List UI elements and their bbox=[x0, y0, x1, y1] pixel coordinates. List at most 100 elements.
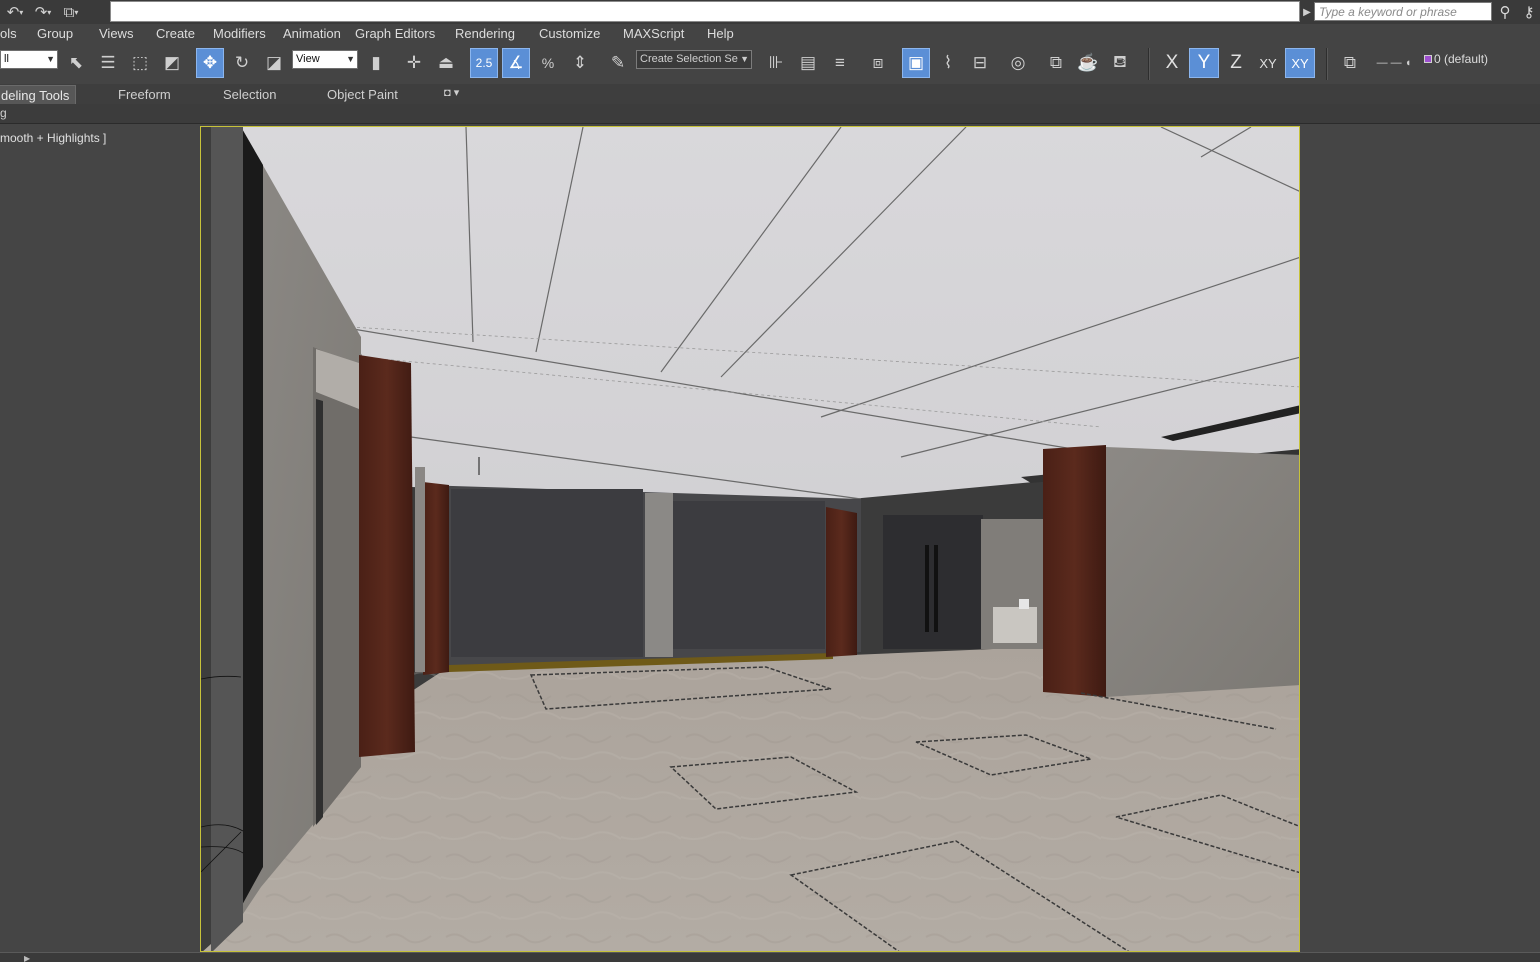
time-slider-strip[interactable]: ▶ bbox=[0, 952, 1540, 962]
menu-item-group[interactable]: Group bbox=[37, 25, 73, 43]
snap-value: 2.5 bbox=[475, 56, 493, 70]
ribbon-panel: g bbox=[0, 104, 1540, 124]
glass-panel bbox=[673, 501, 825, 649]
selection-filter-value: ll bbox=[4, 53, 9, 65]
chevron-down-icon: ▼ bbox=[46, 54, 55, 64]
percent-snap-icon[interactable]: % bbox=[534, 48, 562, 78]
axis-z-label: Z bbox=[1230, 52, 1242, 73]
menu-item-tools[interactable]: ols bbox=[0, 25, 17, 43]
axis-xy-cycle-label: XY bbox=[1291, 55, 1309, 71]
percent-snap-label: % bbox=[541, 55, 555, 71]
viewport-safe-frame[interactable] bbox=[200, 126, 1300, 952]
current-layer-label[interactable]: 0 (default) bbox=[1434, 52, 1488, 66]
spinner-snap-icon[interactable]: ⇕ bbox=[566, 48, 594, 78]
3ds-max-window: ↶▾ ↷▾ ⧉▾ ▶ ⚲ ⚷ ols Group Views Create Mo… bbox=[0, 0, 1540, 962]
select-by-name-icon[interactable]: ☰ bbox=[94, 48, 122, 78]
menu-item-help[interactable]: Help bbox=[707, 25, 734, 43]
door-frame bbox=[883, 515, 983, 649]
right-wall bbox=[1106, 447, 1299, 697]
select-object-icon[interactable]: ⬉ bbox=[62, 48, 90, 78]
layer-manager-icon[interactable]: ⧈ bbox=[864, 48, 892, 78]
snaps-toggle-icon[interactable]: 2.5 bbox=[470, 48, 498, 78]
project-icon[interactable]: ⧉ ▾ bbox=[58, 2, 84, 22]
quick-access-toolbar: ↶▾ ↷▾ ⧉▾ ▶ ⚲ ⚷ bbox=[0, 0, 1540, 24]
menu-item-views[interactable]: Views bbox=[99, 25, 133, 43]
angle-snap-icon[interactable]: ∡ bbox=[502, 48, 530, 78]
axis-constraint-xy[interactable]: XY bbox=[1253, 48, 1283, 78]
wood-column-right bbox=[1043, 445, 1106, 697]
window-crossing-icon[interactable]: ◩ bbox=[158, 48, 186, 78]
axis-x-label: X bbox=[1165, 52, 1179, 73]
tab-freeform[interactable]: Freeform bbox=[112, 85, 177, 104]
menu-item-maxscript[interactable]: MAXScript bbox=[623, 25, 684, 43]
binoculars-icon[interactable]: ⚲ bbox=[1494, 2, 1516, 22]
key-icon[interactable]: ⚷ bbox=[1518, 2, 1540, 22]
title-field[interactable] bbox=[110, 1, 1300, 22]
search-input[interactable] bbox=[1314, 2, 1492, 21]
align-icon[interactable]: ▤ bbox=[794, 48, 822, 78]
reference-coordinate-dropdown[interactable]: View ▼ bbox=[292, 50, 358, 69]
menu-item-customize[interactable]: Customize bbox=[539, 25, 600, 43]
menu-item-modifiers[interactable]: Modifiers bbox=[213, 25, 266, 43]
render-setup-icon[interactable]: ⧉ bbox=[1042, 48, 1070, 78]
edit-named-selection-icon[interactable]: ✎ bbox=[604, 48, 632, 78]
layer-visibility-icon[interactable]: — — ◖ bbox=[1370, 48, 1418, 78]
keyboard-shortcut-override-icon[interactable]: ⏏ bbox=[432, 48, 460, 78]
viewport-shading-label[interactable]: mooth + Highlights ] bbox=[0, 131, 106, 145]
glass-panel bbox=[451, 489, 643, 657]
tab-object-paint[interactable]: Object Paint bbox=[321, 85, 404, 104]
named-selection-dropdown[interactable]: Create Selection Se ▼ bbox=[636, 50, 752, 69]
menu-item-rendering[interactable]: Rendering bbox=[455, 25, 515, 43]
scene-render[interactable] bbox=[201, 127, 1300, 952]
named-selection-value: Create Selection Se bbox=[640, 53, 738, 65]
chevron-down-icon: ▼ bbox=[346, 54, 355, 64]
tab-selection[interactable]: Selection bbox=[217, 85, 282, 104]
align-menu-icon[interactable]: ≡ bbox=[826, 48, 854, 78]
render-production-icon[interactable]: ⛾ bbox=[1106, 48, 1134, 78]
curve-editor-icon[interactable]: ⌇ bbox=[934, 48, 962, 78]
selection-filter-dropdown[interactable]: ll ▼ bbox=[0, 50, 58, 69]
reference-coordinate-value: View bbox=[296, 53, 320, 65]
time-slider-arrow-icon[interactable]: ▶ bbox=[24, 954, 32, 962]
scene-explorer-icon[interactable]: ▣ bbox=[902, 48, 930, 78]
pivot-point-icon[interactable]: ▮ bbox=[362, 48, 390, 78]
quick-access-icons: ↶ ▾ ↷ ▾ ⧉ ▾ bbox=[0, 0, 84, 24]
rectangular-selection-icon[interactable]: ⬚ bbox=[126, 48, 154, 78]
undo-icon[interactable]: ↶ ▾ bbox=[2, 2, 28, 22]
menu-item-create[interactable]: Create bbox=[156, 25, 195, 43]
axis-y-label: Y bbox=[1197, 52, 1211, 73]
axis-constraint-x[interactable]: X bbox=[1157, 48, 1187, 78]
wood-column bbox=[826, 507, 857, 657]
chevron-down-icon: ▼ bbox=[740, 54, 749, 64]
viewport-area[interactable]: mooth + Highlights ] bbox=[0, 124, 1540, 952]
mirror-icon[interactable]: ⊪ bbox=[762, 48, 790, 78]
menu-item-animation[interactable]: Animation bbox=[283, 25, 341, 43]
schematic-view-icon[interactable]: ⊟ bbox=[966, 48, 994, 78]
toolbar-separator bbox=[1326, 48, 1328, 80]
menu-bar: ols Group Views Create Modifiers Animati… bbox=[0, 24, 1540, 44]
menu-item-graph-editors[interactable]: Graph Editors bbox=[355, 25, 435, 43]
wood-column-left-near bbox=[359, 355, 415, 757]
material-editor-icon[interactable]: ◎ bbox=[1004, 48, 1032, 78]
toolbar-separator bbox=[1148, 48, 1150, 80]
left-wall-black-trim bbox=[241, 127, 263, 907]
axis-constraint-y[interactable]: Y bbox=[1189, 48, 1219, 78]
main-toolbar: ll ▼ ⬉ ☰ ⬚ ◩ ✥ ↻ ◪ View ▼ ▮ ✛ ⏏ 2.5 ∡ % ⇕ … bbox=[0, 44, 1540, 84]
tab-modeling-tools[interactable]: deling Tools bbox=[0, 85, 77, 104]
wood-column-left-mid bbox=[423, 482, 449, 675]
select-manipulate-icon[interactable]: ✛ bbox=[400, 48, 428, 78]
redo-icon[interactable]: ↷ ▾ bbox=[30, 2, 56, 22]
layer-color-swatch bbox=[1424, 55, 1432, 63]
axis-xy-label: XY bbox=[1259, 55, 1277, 71]
rendered-frame-window-icon[interactable]: ☕ bbox=[1074, 48, 1102, 78]
ribbon-panel-label: g bbox=[0, 106, 7, 120]
ribbon-tab-bar: deling Tools Freeform Selection Object P… bbox=[0, 84, 1540, 104]
axis-constraint-xy-cycle[interactable]: XY bbox=[1285, 48, 1315, 78]
ribbon-options-icon[interactable]: ◘ ▾ bbox=[444, 86, 459, 99]
select-and-move-icon[interactable]: ✥ bbox=[196, 48, 224, 78]
select-and-scale-icon[interactable]: ◪ bbox=[260, 48, 288, 78]
select-and-rotate-icon[interactable]: ↻ bbox=[228, 48, 256, 78]
axis-constraint-z[interactable]: Z bbox=[1221, 48, 1251, 78]
layers-icon[interactable]: ⧉ bbox=[1336, 48, 1364, 78]
info-center-expand-icon[interactable]: ▶ bbox=[1300, 0, 1314, 24]
